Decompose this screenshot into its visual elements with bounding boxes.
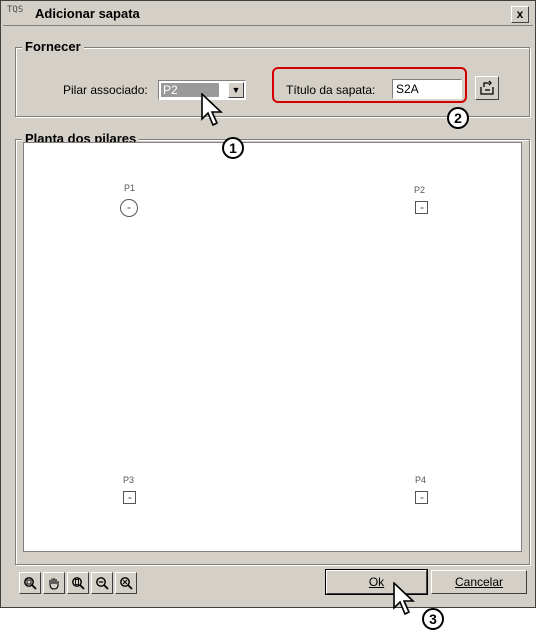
callout-1: 1 xyxy=(222,137,244,159)
pan-button[interactable] xyxy=(43,572,65,594)
planta-canvas[interactable]: P1 P2 P3 P4 xyxy=(23,142,522,552)
zoom-previous-button[interactable] xyxy=(115,572,137,594)
callout-2: 2 xyxy=(447,107,469,129)
pillar-p1[interactable] xyxy=(120,199,138,217)
cancel-label: Cancelar xyxy=(454,575,504,589)
zoom-out-icon xyxy=(96,577,109,590)
zoom-window-button[interactable] xyxy=(19,572,41,594)
ok-label: Ok xyxy=(368,575,385,589)
close-button[interactable]: x xyxy=(511,6,529,23)
pillar-label-p1: P1 xyxy=(124,183,136,193)
mouse-pointer-icon xyxy=(393,582,416,616)
zoom-previous-icon xyxy=(120,577,133,590)
pick-title-icon xyxy=(480,80,494,95)
pillar-label-p2: P2 xyxy=(414,185,426,195)
tqs-app-icon: TQS xyxy=(7,5,24,15)
pillar-label-p3: P3 xyxy=(123,475,135,485)
pillar-p4[interactable] xyxy=(415,491,428,504)
mouse-pointer-icon xyxy=(201,93,224,127)
pilar-associado-label: Pilar associado: xyxy=(63,83,148,97)
pillar-p2[interactable] xyxy=(415,201,428,214)
pillar-p3[interactable] xyxy=(123,491,136,504)
zoom-window-icon xyxy=(24,577,37,590)
chevron-down-icon[interactable]: ▼ xyxy=(228,82,244,98)
zoom-out-button[interactable] xyxy=(91,572,113,594)
title-bar[interactable]: TQS Adicionar sapata x xyxy=(3,3,533,26)
titulo-sapata-label: Título da sapata: xyxy=(286,83,376,97)
pick-title-button[interactable] xyxy=(475,76,499,100)
zoom-all-icon xyxy=(72,577,85,590)
pillar-label-p4: P4 xyxy=(415,475,427,485)
dialog-window: TQS Adicionar sapata x Fornecer Pilar as… xyxy=(0,0,536,608)
callout-3: 3 xyxy=(422,608,444,630)
cancel-button[interactable]: Cancelar xyxy=(431,570,527,594)
titulo-sapata-input[interactable]: S2A xyxy=(392,79,462,99)
window-title: Adicionar sapata xyxy=(35,6,140,21)
zoom-all-button[interactable] xyxy=(67,572,89,594)
pan-hand-icon xyxy=(49,578,59,590)
fornecer-group-label: Fornecer xyxy=(22,39,84,54)
